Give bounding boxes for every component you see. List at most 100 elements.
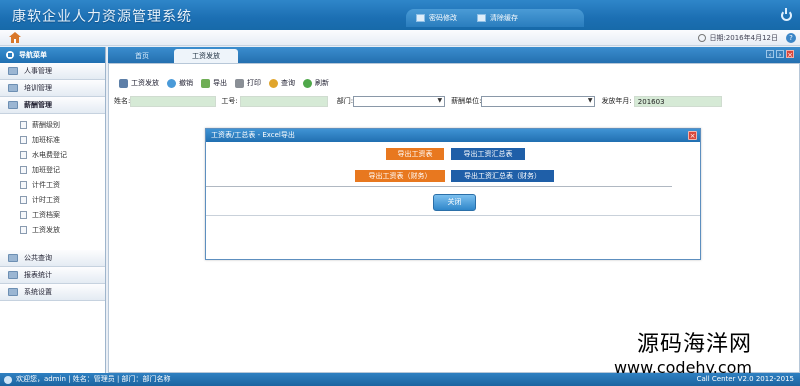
query-button[interactable]: 查询 [269, 78, 295, 88]
key-icon [416, 14, 425, 22]
printer-icon [235, 78, 244, 88]
sidebar-item-salary[interactable]: 薪酬管理 [0, 97, 105, 114]
issue-month-input[interactable]: 201603 [633, 95, 722, 107]
refresh-icon [303, 78, 312, 88]
export-salary-button[interactable]: 导出工资表 [386, 148, 444, 160]
submenu-overtime-register[interactable]: 加班登记 [0, 162, 105, 177]
sidebar-item-label: 人事管理 [24, 67, 52, 75]
folder-icon [8, 67, 18, 75]
document-icon [20, 135, 27, 144]
print-button[interactable]: 打印 [235, 78, 261, 88]
toolbar-label: 查询 [281, 79, 295, 87]
sidebar-item-label: 公共查询 [24, 254, 52, 262]
dialog-divider [206, 186, 672, 187]
sidebar-item-reports[interactable]: 报表统计 [0, 267, 105, 284]
app-title: 康软企业人力资源管理系统 [12, 9, 192, 25]
tab-bar: 首页 工资发放 ‹ › × [108, 47, 800, 63]
submenu-label: 薪酬级别 [32, 120, 60, 129]
sub-bar: 日期:2016年4月12日 ? [0, 30, 800, 46]
sidebar-item-label: 薪酬管理 [24, 101, 52, 109]
unit-label: 薪酬单位: [451, 97, 482, 105]
toolbar-label: 刷新 [315, 79, 329, 87]
toolbar: 工资发放 撤销 导出 打印 查询 刷新 [109, 64, 799, 94]
document-icon [20, 180, 27, 189]
submenu-label: 加班标准 [32, 135, 60, 144]
submenu-utilities[interactable]: 水电费登记 [0, 147, 105, 162]
toolbar-label: 打印 [247, 79, 261, 87]
broom-icon [477, 14, 486, 22]
sidebar-header: 导航菜单 [0, 47, 105, 63]
document-icon [20, 210, 27, 219]
toolbar-label: 导出 [213, 79, 227, 87]
month-label: 发放年月: [601, 97, 632, 105]
salary-unit-select[interactable] [481, 95, 596, 107]
header-actions: 密码修改 清除缓存 [406, 9, 584, 27]
sidebar-item-training[interactable]: 培训管理 [0, 80, 105, 97]
close-button[interactable]: 关闭 [433, 194, 476, 211]
chevron-right-icon[interactable]: › [776, 50, 784, 59]
sidebar-item-label: 系统设置 [24, 288, 52, 296]
tab-home[interactable]: 首页 [116, 49, 168, 63]
export-button[interactable]: 导出 [201, 78, 227, 88]
sidebar-item-personnel[interactable]: 人事管理 [0, 63, 105, 80]
sidebar-item-label: 报表统计 [24, 271, 52, 279]
submenu-salary-level[interactable]: 薪酬级别 [0, 117, 105, 132]
sidebar-item-label: 培训管理 [24, 84, 52, 92]
submenu-hourly-wage[interactable]: 计时工资 [0, 192, 105, 207]
home-icon[interactable] [9, 32, 21, 43]
nav-icon [6, 51, 14, 59]
power-icon[interactable] [781, 8, 792, 21]
submenu-salary-records[interactable]: 工资档案 [0, 207, 105, 222]
document-icon [20, 195, 27, 204]
sidebar-item-settings[interactable]: 系统设置 [0, 284, 105, 301]
toolbar-label: 撤销 [179, 79, 193, 87]
tab-salary-issue[interactable]: 工资发放 [174, 49, 238, 63]
app-header: 康软企业人力资源管理系统 密码修改 清除缓存 [0, 0, 800, 30]
submenu-label: 工资发放 [32, 225, 60, 234]
id-label: 工号: [221, 97, 238, 105]
export-summary-button[interactable]: 导出工资汇总表 [451, 148, 525, 160]
status-user-info: 欢迎您，admin | 姓名：管理员 | 部门：部门名称 [16, 375, 171, 383]
folder-icon [8, 271, 18, 279]
folder-icon [8, 288, 18, 296]
help-icon[interactable]: ? [786, 33, 796, 43]
employee-id-input[interactable] [239, 95, 328, 107]
sidebar: 导航菜单 人事管理 培训管理 薪酬管理 薪酬级别 加班标准 水电费登记 加班登记… [0, 47, 106, 373]
document-icon [20, 165, 27, 174]
watermark: 源码海洋网 www.codehy.com [614, 326, 752, 377]
folder-icon [8, 254, 18, 262]
close-icon[interactable]: × [786, 50, 794, 59]
name-input[interactable] [130, 95, 217, 107]
revoke-button[interactable]: 撤销 [167, 78, 193, 88]
status-bar: 欢迎您，admin | 姓名：管理员 | 部门：部门名称 Call Center… [0, 373, 800, 386]
clear-cache-button[interactable]: 清除缓存 [467, 9, 528, 27]
chevron-left-icon[interactable]: ‹ [766, 50, 774, 59]
submenu-label: 计件工资 [32, 180, 60, 189]
toolbar-label: 工资发放 [131, 79, 159, 87]
issue-salary-button[interactable]: 工资发放 [119, 78, 159, 88]
password-change-label: 密码修改 [429, 14, 457, 22]
department-select[interactable] [353, 95, 446, 107]
dialog-close-icon[interactable]: × [688, 131, 697, 140]
password-change-button[interactable]: 密码修改 [406, 9, 467, 27]
folder-icon [8, 84, 18, 92]
export-summary-finance-button[interactable]: 导出工资汇总表（财务） [451, 170, 554, 182]
user-icon [4, 375, 12, 384]
watermark-line1: 源码海洋网 [636, 332, 752, 357]
status-version: Call Center V2.0 2012-2015 [696, 375, 794, 383]
submenu-piece-wage[interactable]: 计件工资 [0, 177, 105, 192]
submenu-overtime-standard[interactable]: 加班标准 [0, 132, 105, 147]
undo-icon [167, 78, 176, 88]
tab-controls: ‹ › × [766, 50, 794, 59]
refresh-button[interactable]: 刷新 [303, 78, 329, 88]
dept-label: 部门: [336, 97, 354, 105]
sidebar-item-public-query[interactable]: 公共查询 [0, 250, 105, 267]
export-salary-finance-button[interactable]: 导出工资表（财务） [355, 170, 445, 182]
calculator-icon [119, 78, 128, 88]
folder-open-icon [8, 101, 18, 109]
export-icon [201, 78, 210, 88]
document-icon [20, 120, 27, 129]
submenu-salary-issue[interactable]: 工资发放 [0, 222, 105, 237]
dialog-divider [206, 215, 700, 216]
submenu-label: 水电费登记 [32, 150, 67, 159]
